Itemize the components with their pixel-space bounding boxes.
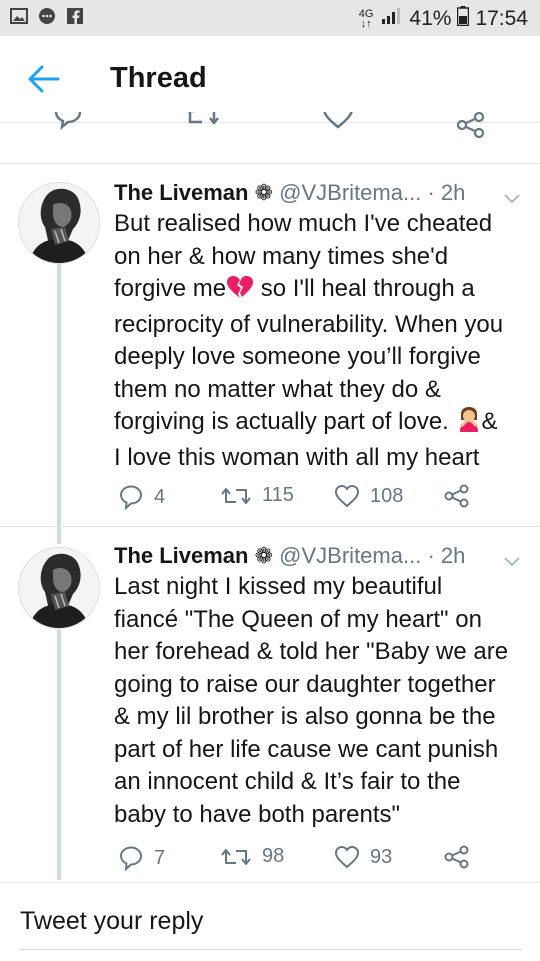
- retweet-icon[interactable]: [184, 112, 220, 133]
- text-fragment: forgiving is actually part of love.: [114, 408, 456, 435]
- share-icon: [444, 484, 469, 508]
- tweet-header: The Liveman ❁ @VJBritema... · 2h: [114, 180, 465, 206]
- reply-count: 4: [154, 485, 166, 508]
- like-icon: [334, 845, 360, 869]
- text-line: an innocent child & It’s fair to the: [114, 768, 461, 795]
- system-status: 4G ↓↑ 41% 17:54: [359, 6, 528, 32]
- tweet[interactable]: The Liveman ❁ @VJBritema... · 2h Last ni…: [0, 527, 540, 882]
- share-button[interactable]: [444, 845, 470, 869]
- tweet-text: But realised how much I've cheated on he…: [114, 208, 526, 474]
- text-fragment: forgive me: [114, 275, 227, 302]
- like-icon: [334, 484, 360, 508]
- text-line: forgive me so I'll heal through a: [114, 273, 526, 309]
- text-line: going to raise our daughter together: [114, 670, 496, 698]
- notification-icons: [10, 8, 84, 24]
- share-button[interactable]: [444, 484, 470, 508]
- text-fragment: so I'll heal through a: [254, 275, 475, 302]
- reply-button[interactable]: 4: [118, 484, 165, 510]
- messenger-icon: [38, 8, 56, 24]
- previous-tweet-actions: [0, 112, 540, 146]
- retweet-icon: [221, 487, 251, 504]
- text-line: deeply love someone you’ll forgive: [114, 343, 481, 370]
- retweet-button[interactable]: 115: [220, 484, 294, 507]
- text-line: I love this woman with all my heart: [114, 443, 480, 471]
- text-fragment: &: [481, 408, 498, 435]
- tweet-header: The Liveman ❁ @VJBritema... · 2h: [114, 543, 465, 569]
- share-icon[interactable]: [456, 112, 486, 143]
- like-button[interactable]: 93: [334, 845, 392, 869]
- text-line: reciprocity of vulnerability. When you: [114, 310, 504, 338]
- retweet-count: 115: [262, 484, 294, 506]
- timestamp: · 2h: [427, 543, 466, 568]
- chevron-down-icon[interactable]: [503, 555, 521, 567]
- status-bar: 4G ↓↑ 41% 17:54: [0, 0, 540, 36]
- like-button[interactable]: 108: [334, 484, 403, 508]
- display-name[interactable]: The Liveman: [114, 180, 248, 205]
- text-line: & my lil brother is also gonna be the: [114, 703, 496, 730]
- like-icon[interactable]: [322, 112, 354, 135]
- app-bar: Thread: [0, 36, 540, 123]
- text-line: forgiving is actually part of love. &: [114, 406, 526, 442]
- text-line: on her & how many times she'd: [114, 242, 449, 270]
- avatar[interactable]: [18, 547, 100, 629]
- flower-icon: ❁: [254, 543, 274, 568]
- gallery-icon: [10, 8, 28, 24]
- text-line: baby to have both parents": [114, 800, 401, 828]
- signal-icon: [381, 7, 403, 31]
- text-line: part of her life cause we cant punish: [114, 735, 499, 763]
- profile-photo: [19, 548, 99, 628]
- network-label: 4G: [358, 8, 374, 20]
- tweet-text: Last night I kissed my beautiful fiancé …: [114, 571, 526, 831]
- avatar[interactable]: [18, 182, 100, 264]
- like-count: 93: [370, 845, 393, 868]
- flower-icon: ❁: [254, 180, 274, 205]
- tweet[interactable]: The Liveman ❁ @VJBritema... · 2h But rea…: [0, 164, 540, 525]
- reply-count: 7: [154, 846, 166, 869]
- handle[interactable]: @VJBritema...: [279, 543, 421, 568]
- back-arrow-icon: [28, 65, 60, 93]
- share-icon: [444, 845, 469, 869]
- timestamp: · 2h: [427, 180, 466, 205]
- reply-button[interactable]: 7: [118, 845, 165, 871]
- retweet-icon: [221, 848, 251, 865]
- profile-photo: [19, 183, 99, 263]
- broken-heart-icon: [226, 275, 254, 309]
- page-title: Thread: [110, 62, 207, 94]
- text-line: her forehead & told her "Baby we are: [114, 638, 509, 665]
- like-count: 108: [370, 484, 404, 507]
- retweet-button[interactable]: 98: [220, 845, 284, 868]
- clock: 17:54: [475, 7, 528, 30]
- text-line: But realised how much I've cheated: [114, 210, 493, 237]
- battery-percent: 41%: [409, 7, 452, 30]
- text-line: them no matter what they do &: [114, 375, 441, 403]
- reply-composer: Tweet your reply: [0, 882, 540, 961]
- reply-icon[interactable]: [52, 112, 84, 137]
- chevron-down-icon[interactable]: [503, 192, 521, 204]
- facebook-icon: [66, 8, 84, 24]
- text-line: fiancé "The Queen of my heart" on: [114, 605, 482, 633]
- text-line: Last night I kissed my beautiful: [114, 573, 443, 600]
- handle[interactable]: @VJBritema...: [279, 180, 421, 205]
- battery-icon: [457, 6, 470, 32]
- display-name[interactable]: The Liveman: [114, 543, 248, 568]
- network-type: 4G ↓↑: [358, 8, 374, 30]
- person-gesture-icon: [456, 406, 482, 442]
- retweet-count: 98: [262, 845, 285, 867]
- reply-icon: [119, 846, 142, 871]
- reply-input-underline: [20, 949, 522, 950]
- reply-input[interactable]: Tweet your reply: [20, 907, 203, 936]
- reply-icon: [119, 485, 142, 510]
- back-button[interactable]: [26, 64, 62, 94]
